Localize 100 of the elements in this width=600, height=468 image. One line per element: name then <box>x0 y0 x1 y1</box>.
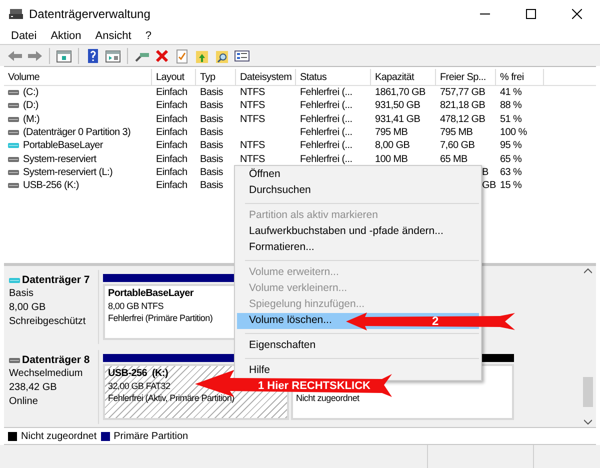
minimize-icon <box>480 13 490 15</box>
table-cell: Basis <box>200 179 223 192</box>
table-cell: (Datenträger 0 Partition 3) <box>23 126 131 140</box>
table-cell: (M:) <box>23 112 40 126</box>
window-title: Datenträgerverwaltung <box>29 6 150 23</box>
table-cell: 88 % <box>500 99 522 112</box>
table-cell: 931,41 GB <box>375 112 420 126</box>
table-cell: Fehlerfrei (... <box>300 86 352 100</box>
table-cell: GB <box>482 179 496 192</box>
table-cell: Basis <box>200 152 223 166</box>
table-cell: NTFS <box>240 152 265 166</box>
table-cell: Einfach <box>156 86 188 100</box>
column-header[interactable]: % frei <box>496 69 544 86</box>
drive-icon <box>8 183 19 188</box>
partition-info: 32,00 GB FAT32 <box>108 380 170 392</box>
table-cell: 95 % <box>500 139 522 152</box>
table-cell: Einfach <box>156 152 188 166</box>
table-cell: Basis <box>200 99 223 112</box>
drive-icon <box>8 143 19 148</box>
maximize-icon <box>526 9 536 19</box>
table-cell: (C:) <box>23 86 38 100</box>
menu-item[interactable]: Laufwerkbuchstaben und -pfade ändern... <box>237 224 479 240</box>
menu-item[interactable]: Durchsuchen <box>237 183 479 199</box>
table-cell: System-reserviert (L:) <box>23 166 113 179</box>
table-cell: 8,00 GB <box>375 139 410 152</box>
table-cell: B <box>482 166 488 179</box>
table-cell: NTFS <box>240 99 265 112</box>
scrollbar[interactable] <box>581 266 595 427</box>
column-header[interactable]: Volume <box>4 69 152 86</box>
table-cell: 63 % <box>500 166 522 179</box>
app-icon <box>9 8 23 20</box>
table-cell: 65 % <box>500 152 522 166</box>
table-cell: 51 % <box>500 112 522 126</box>
close-icon <box>572 9 582 19</box>
drive-icon <box>8 156 19 162</box>
table-cell: 757,77 GB <box>440 86 486 100</box>
table-cell: Basis <box>200 139 223 152</box>
partition-info: Fehlerfrei (Primäre Partition) <box>108 312 213 324</box>
menu-item[interactable]: Datei <box>10 28 38 44</box>
table-cell: 7,60 GB <box>440 139 475 152</box>
drive-icon <box>8 116 19 122</box>
column-header[interactable]: Freier Sp... <box>436 69 496 86</box>
partition-info: Nicht zugeordnet <box>296 392 360 404</box>
column-header[interactable]: Typ <box>196 69 236 86</box>
menu-item[interactable]: ? <box>144 28 152 44</box>
drive-icon <box>9 358 20 362</box>
menu-item[interactable]: Hilfe <box>237 363 479 379</box>
table-cell: Einfach <box>156 179 188 192</box>
menu-item[interactable]: Aktion <box>50 28 82 44</box>
table-cell: Fehlerfrei (... <box>300 152 352 166</box>
menu-item[interactable]: Eigenschaften <box>237 338 479 354</box>
table-cell: 65 MB <box>440 152 468 166</box>
disk-info: Schreibgeschützt <box>9 315 86 329</box>
table-cell: 41 % <box>500 86 522 100</box>
menu-item[interactable]: Ansicht <box>94 28 132 44</box>
table-cell: Basis <box>200 166 223 179</box>
scroll-up-icon[interactable] <box>584 268 592 274</box>
table-cell: USB-256 (K:) <box>23 179 79 192</box>
column-header[interactable]: Dateisystem <box>236 69 296 86</box>
legend-label: Primäre Partition <box>114 430 188 444</box>
column-header[interactable]: Kapazität <box>371 69 436 86</box>
table-cell: Basis <box>200 86 223 100</box>
table-cell: 795 MB <box>375 126 408 140</box>
drive-icon <box>8 130 19 136</box>
scroll-thumb[interactable] <box>583 377 593 407</box>
callout-label: 2 <box>432 314 439 328</box>
callout-label: 1 Hier RECHTSKLICK <box>258 379 370 393</box>
menu-item[interactable]: Formatieren... <box>237 240 479 256</box>
partition-name: USB-256 (K:) <box>108 368 168 380</box>
table-cell: 931,50 GB <box>375 99 420 112</box>
drive-icon <box>8 170 19 175</box>
table-cell: Einfach <box>156 126 188 140</box>
disk-info: Wechselmedium <box>9 367 83 381</box>
table-cell: 100 % <box>500 126 527 140</box>
menu-item[interactable]: Öffnen <box>237 167 479 183</box>
scroll-down-icon[interactable] <box>584 419 592 425</box>
table-cell: 478,12 GB <box>440 112 486 126</box>
table-cell: 795 MB <box>440 126 473 140</box>
table-cell: NTFS <box>240 112 265 126</box>
legend-label: Nicht zugeordnet <box>21 430 97 444</box>
disk-info: 8,00 GB <box>9 301 46 315</box>
table-cell: 1861,70 GB <box>375 86 426 100</box>
drive-icon <box>8 103 19 108</box>
drive-icon <box>8 90 19 96</box>
table-cell: NTFS <box>240 139 265 152</box>
drive-icon <box>9 278 20 282</box>
column-header[interactable]: Status <box>296 69 371 86</box>
partition-info: Fehlerfrei (Aktiv, Primäre Partition) <box>108 392 234 404</box>
table-cell: Einfach <box>156 112 188 126</box>
table-cell: NTFS <box>240 86 265 100</box>
table-cell: (D:) <box>23 99 38 112</box>
table-cell: PortableBaseLayer <box>23 139 103 152</box>
table-cell: 100 MB <box>375 152 408 166</box>
table-cell: Fehlerfrei (... <box>300 112 352 126</box>
column-header[interactable]: Layout <box>152 69 196 86</box>
disk-info: Basis <box>9 287 34 301</box>
table-cell: Basis <box>200 126 223 140</box>
partition-name: PortableBaseLayer <box>108 288 194 300</box>
table-cell: Einfach <box>156 139 188 152</box>
table-cell: Fehlerfrei (... <box>300 99 352 112</box>
